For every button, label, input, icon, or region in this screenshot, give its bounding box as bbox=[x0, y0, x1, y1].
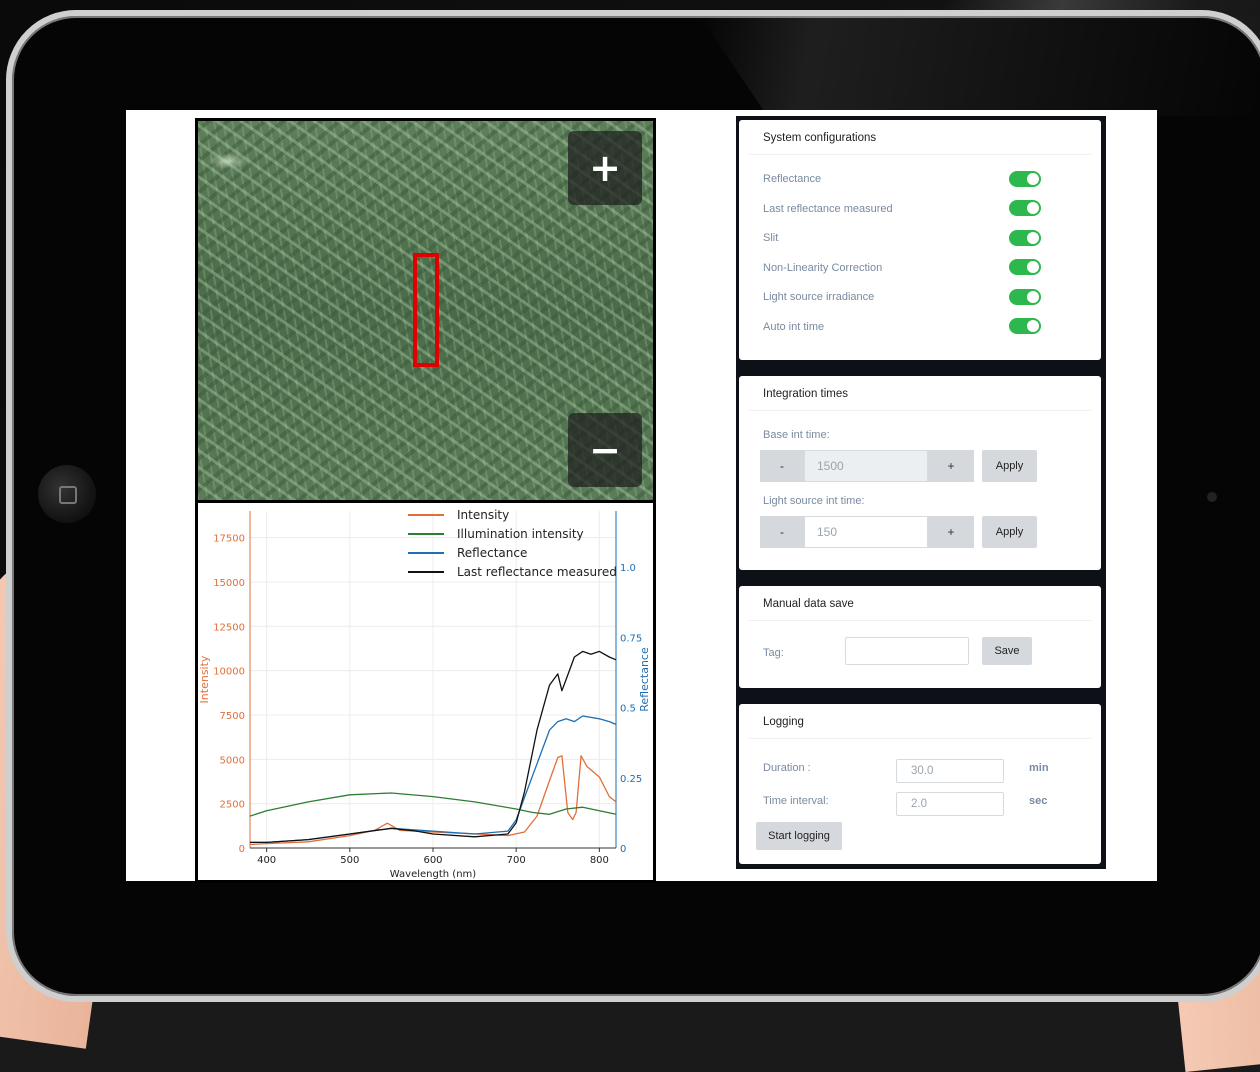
base-int-decrement-button[interactable]: - bbox=[760, 450, 804, 482]
integration-times-title: Integration times bbox=[763, 388, 849, 400]
start-logging-button[interactable]: Start logging bbox=[756, 822, 842, 850]
x-tick-label: 600 bbox=[423, 855, 442, 866]
toggle-reflectance[interactable] bbox=[1009, 171, 1041, 187]
time-interval-label: Time interval: bbox=[763, 795, 829, 807]
logging-title: Logging bbox=[763, 716, 804, 728]
config-label-reflectance: Reflectance bbox=[763, 173, 822, 185]
tag-input[interactable] bbox=[845, 637, 969, 665]
y2-tick-label: 0.75 bbox=[620, 633, 642, 644]
x-tick-label: 800 bbox=[590, 855, 609, 866]
app-screen: + − 400 500 600 700 800 0 2500 5000 7500 10000 125… bbox=[126, 110, 1157, 883]
home-button[interactable] bbox=[38, 465, 96, 523]
toggle-auto-int-time[interactable] bbox=[1009, 318, 1041, 334]
roi-rectangle[interactable] bbox=[413, 253, 439, 367]
toggle-light-source-irradiance[interactable] bbox=[1009, 289, 1041, 305]
x-tick-label: 400 bbox=[257, 855, 276, 866]
x-tick-label: 500 bbox=[340, 855, 359, 866]
light-int-time-input[interactable]: 150 bbox=[804, 516, 928, 548]
light-int-decrement-button[interactable]: - bbox=[760, 516, 804, 548]
settings-panel: System configurations Reflectance Last r… bbox=[736, 116, 1106, 869]
tag-label: Tag: bbox=[763, 647, 784, 659]
system-configurations-title: System configurations bbox=[763, 132, 877, 144]
y-axis-label: Intensity bbox=[198, 655, 211, 703]
light-int-increment-button[interactable]: + bbox=[928, 516, 974, 548]
duration-unit: min bbox=[1029, 762, 1049, 774]
legend-label-1: Illumination intensity bbox=[457, 527, 584, 541]
base-int-time-stepper: - 1500 + bbox=[760, 450, 974, 482]
spectrum-chart: 400 500 600 700 800 0 2500 5000 7500 10000 12500 15… bbox=[195, 500, 656, 883]
logging-card: Logging Duration : 30.0 min Time interva… bbox=[739, 704, 1101, 864]
camera-feed: + − bbox=[195, 118, 656, 506]
integration-times-card: Integration times Base int time: - 1500 … bbox=[739, 376, 1101, 570]
time-interval-unit: sec bbox=[1029, 795, 1048, 807]
y-tick-label: 7500 bbox=[220, 711, 245, 722]
base-int-apply-button[interactable]: Apply bbox=[982, 450, 1037, 482]
config-label-last-reflectance: Last reflectance measured bbox=[763, 203, 893, 215]
y-tick-label: 17500 bbox=[213, 534, 245, 545]
time-interval-input[interactable]: 2.0 bbox=[896, 792, 1004, 816]
light-int-time-label: Light source int time: bbox=[763, 495, 865, 507]
toggle-slit[interactable] bbox=[1009, 230, 1041, 246]
zoom-out-button[interactable]: − bbox=[568, 413, 642, 487]
x-tick-label: 700 bbox=[507, 855, 526, 866]
camera-lens bbox=[1207, 492, 1217, 502]
legend-label-2: Reflectance bbox=[457, 546, 527, 560]
base-int-time-input[interactable]: 1500 bbox=[804, 450, 928, 482]
y2-axis-label: Reflectance bbox=[638, 647, 651, 712]
config-label-auto-int-time: Auto int time bbox=[763, 321, 825, 333]
tablet-glare bbox=[700, 16, 1260, 116]
legend-label-0: Intensity bbox=[457, 508, 509, 522]
y2-tick-label: 0 bbox=[620, 844, 626, 855]
y2-tick-label: 0.5 bbox=[620, 704, 636, 715]
duration-input[interactable]: 30.0 bbox=[896, 759, 1004, 783]
spectrum-chart-svg: 400 500 600 700 800 0 2500 5000 7500 10000 12500 15… bbox=[198, 508, 651, 880]
legend-label-3: Last reflectance measured bbox=[457, 565, 617, 579]
y2-tick-label: 1.0 bbox=[620, 563, 636, 574]
base-int-increment-button[interactable]: + bbox=[928, 450, 974, 482]
toggle-non-linearity[interactable] bbox=[1009, 259, 1041, 275]
y2-tick-label: 0.25 bbox=[620, 774, 642, 785]
y-tick-label: 15000 bbox=[213, 578, 245, 589]
y-tick-label: 12500 bbox=[213, 622, 245, 633]
y-tick-label: 5000 bbox=[220, 755, 245, 766]
x-axis-label: Wavelength (nm) bbox=[390, 869, 476, 880]
y-tick-label: 0 bbox=[239, 844, 245, 855]
config-label-light-source-irradiance: Light source irradiance bbox=[763, 291, 875, 303]
manual-data-save-card: Manual data save Tag: Save bbox=[739, 586, 1101, 688]
base-int-time-label: Base int time: bbox=[763, 429, 830, 441]
home-icon bbox=[59, 486, 77, 504]
y-tick-label: 2500 bbox=[220, 800, 245, 811]
duration-label: Duration : bbox=[763, 762, 811, 774]
light-int-time-stepper: - 150 + bbox=[760, 516, 974, 548]
save-button[interactable]: Save bbox=[982, 637, 1032, 665]
zoom-in-button[interactable]: + bbox=[568, 131, 642, 205]
toggle-last-reflectance[interactable] bbox=[1009, 200, 1041, 216]
config-label-slit: Slit bbox=[763, 232, 779, 244]
manual-data-save-title: Manual data save bbox=[763, 598, 854, 610]
system-configurations-card: System configurations Reflectance Last r… bbox=[739, 120, 1101, 360]
y-tick-label: 10000 bbox=[213, 667, 245, 678]
light-int-apply-button[interactable]: Apply bbox=[982, 516, 1037, 548]
config-label-non-linearity: Non-Linearity Correction bbox=[763, 262, 883, 274]
